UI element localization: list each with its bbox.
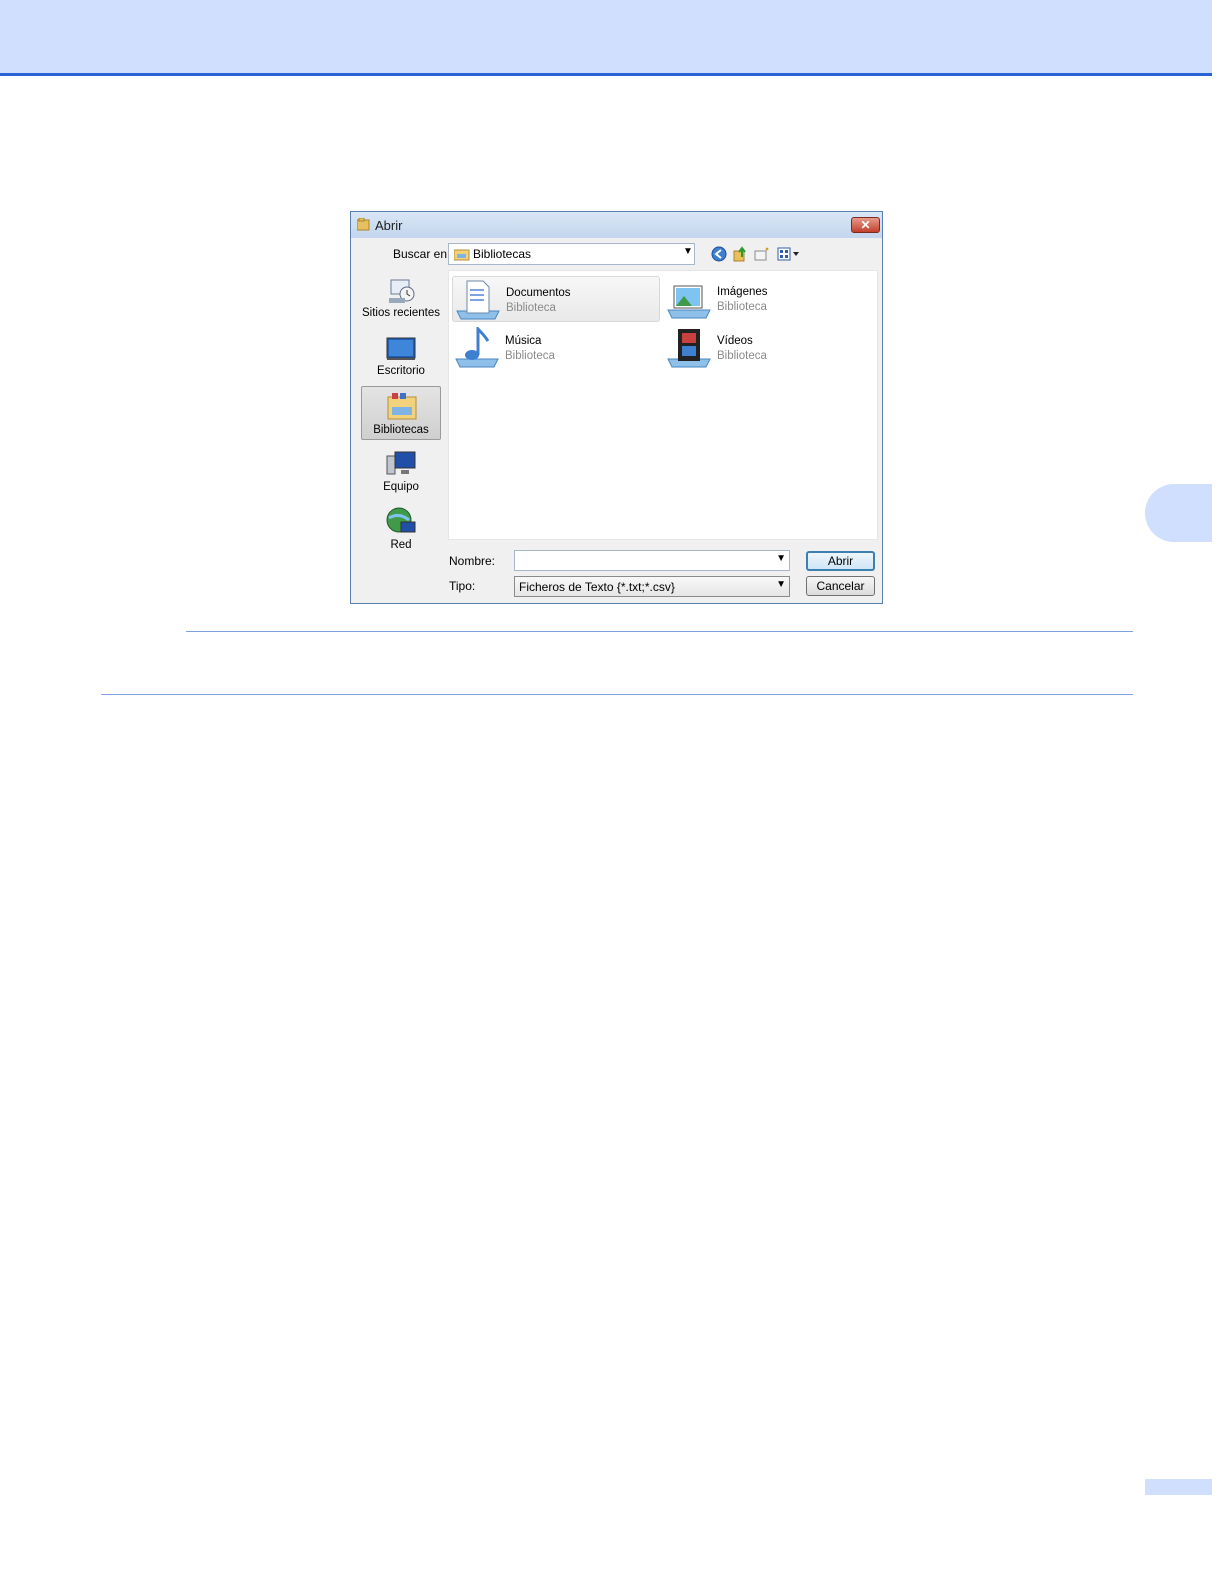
chapter-side-tab bbox=[1145, 484, 1212, 542]
open-file-dialog: Abrir ✕ Buscar en: Bibliotecas ▼ Sitios … bbox=[350, 211, 883, 604]
divider-line bbox=[186, 631, 1133, 632]
file-item-type: Biblioteca bbox=[505, 350, 555, 362]
file-item-type: Biblioteca bbox=[506, 302, 556, 314]
place-network[interactable]: Red bbox=[361, 502, 441, 556]
file-item-name: Música bbox=[505, 335, 542, 347]
network-icon bbox=[386, 507, 416, 533]
place-label: Escritorio bbox=[377, 365, 425, 377]
look-in-label: Buscar en: bbox=[393, 247, 451, 261]
recent-places-icon bbox=[389, 279, 415, 303]
file-item-type: Biblioteca bbox=[717, 301, 767, 313]
place-desktop[interactable]: Escritorio bbox=[361, 328, 441, 382]
place-computer[interactable]: Equipo bbox=[361, 444, 441, 498]
file-item-documents[interactable]: Documentos Biblioteca bbox=[452, 276, 660, 322]
file-name-input[interactable]: ▼ bbox=[514, 550, 790, 571]
pictures-library-icon bbox=[667, 285, 711, 319]
folder-open-icon bbox=[357, 218, 370, 231]
file-item-name: Imágenes bbox=[717, 286, 768, 298]
file-item-pictures[interactable]: Imágenes Biblioteca bbox=[664, 276, 872, 322]
libraries-icon bbox=[454, 249, 470, 261]
place-recent[interactable]: Sitios recientes bbox=[361, 270, 441, 324]
page-header-band bbox=[0, 0, 1212, 76]
look-in-value: Bibliotecas bbox=[473, 247, 532, 261]
libraries-icon bbox=[387, 393, 417, 420]
place-label: Sitios recientes bbox=[362, 307, 440, 319]
file-item-videos[interactable]: Vídeos Biblioteca bbox=[664, 325, 872, 371]
file-list-view[interactable]: Documentos Biblioteca Imágenes Bibliotec… bbox=[448, 270, 878, 540]
divider-line bbox=[101, 694, 1133, 695]
file-item-type: Biblioteca bbox=[717, 350, 767, 362]
open-button[interactable]: Abrir bbox=[806, 551, 875, 571]
file-item-name: Vídeos bbox=[717, 335, 753, 347]
file-type-label: Tipo: bbox=[449, 579, 476, 593]
look-in-combobox[interactable]: Bibliotecas ▼ bbox=[448, 243, 695, 265]
new-folder-icon[interactable] bbox=[754, 246, 770, 262]
computer-icon bbox=[386, 451, 416, 475]
cancel-button[interactable]: Cancelar bbox=[806, 576, 875, 596]
videos-library-icon bbox=[667, 329, 711, 368]
file-name-label: Nombre: bbox=[449, 554, 496, 568]
music-library-icon bbox=[455, 327, 499, 368]
place-libraries[interactable]: Bibliotecas bbox=[361, 386, 441, 440]
up-folder-icon[interactable] bbox=[732, 246, 748, 262]
documents-library-icon bbox=[456, 280, 500, 320]
chevron-down-icon[interactable]: ▼ bbox=[683, 246, 693, 257]
place-label: Equipo bbox=[383, 481, 419, 493]
file-type-value: Ficheros de Texto {*.txt;*.csv} bbox=[519, 580, 675, 594]
place-label: Red bbox=[390, 539, 412, 551]
close-icon: ✕ bbox=[860, 218, 871, 232]
desktop-icon bbox=[386, 337, 416, 360]
page-number-tab bbox=[1145, 1479, 1212, 1495]
place-label: Bibliotecas bbox=[373, 424, 429, 436]
view-menu-icon[interactable] bbox=[777, 246, 801, 262]
file-item-name: Documentos bbox=[506, 287, 571, 299]
places-bar: Sitios recientes Escritorio Bibliotecas bbox=[359, 270, 443, 551]
chevron-down-icon[interactable]: ▼ bbox=[776, 553, 786, 564]
dialog-title: Abrir bbox=[375, 218, 403, 233]
close-button[interactable]: ✕ bbox=[851, 217, 880, 233]
dialog-titlebar[interactable]: Abrir ✕ bbox=[351, 212, 882, 238]
chevron-down-icon[interactable]: ▼ bbox=[776, 579, 786, 590]
file-item-music[interactable]: Música Biblioteca bbox=[452, 325, 660, 371]
file-type-select[interactable]: Ficheros de Texto {*.txt;*.csv} ▼ bbox=[514, 576, 790, 597]
back-arrow-icon[interactable] bbox=[711, 246, 727, 262]
